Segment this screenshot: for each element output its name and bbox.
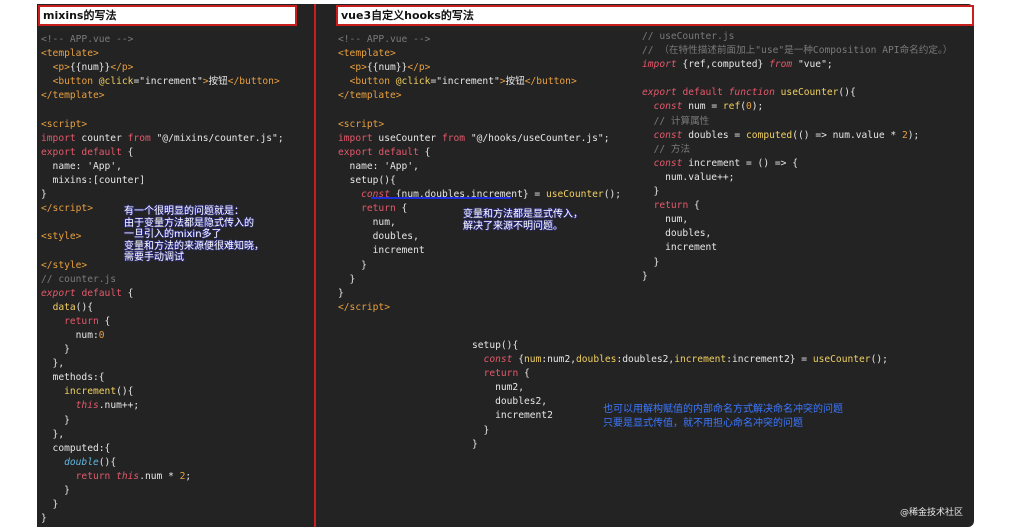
mixins-problem-note: 有一个很明显的问题就是： 由于变量方法都是隐式传入的 一旦引入的mixin多了 … bbox=[124, 206, 264, 263]
destructure-underline bbox=[371, 197, 511, 199]
hooks-explicit-note: 变量和方法都是显式传入， 解决了来源不明问题。 bbox=[463, 209, 583, 232]
watermark: @稀金技术社区 bbox=[899, 508, 963, 518]
renamed-destructure-code-block: setup(){ const {num:num2,doubles:doubles… bbox=[472, 340, 888, 450]
mixins-title: mixins的写法 bbox=[38, 5, 297, 26]
hooks-title: vue3自定义hooks的写法 bbox=[336, 5, 974, 26]
hooks-app-code-block: <!-- APP.vue --> <template> <p>{{num}}</… bbox=[338, 34, 622, 313]
usecounter-code-block: // useCounter.js // （在特性描述前面加上"use"是一种Co… bbox=[642, 31, 953, 282]
mixins-code-block: <!-- APP.vue --> <template> <p>{{num}}</… bbox=[41, 34, 284, 525]
naming-conflict-note: 也可以用解构赋值的内部命名方式解决命名冲突的问题 只要是显式传值，就不用担心命名… bbox=[603, 404, 843, 429]
panel-divider bbox=[314, 4, 316, 527]
